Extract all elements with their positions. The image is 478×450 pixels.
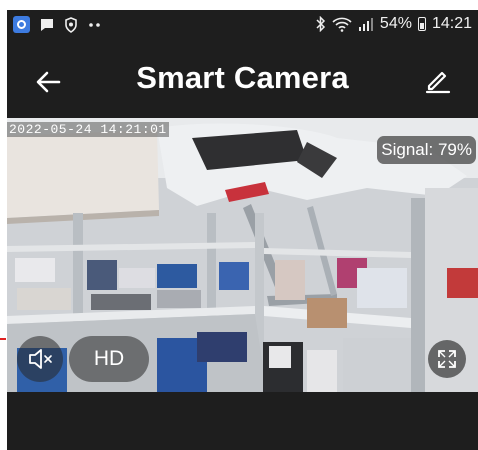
- signal-strength-badge: Signal: 79%: [377, 136, 476, 164]
- bluetooth-icon: [316, 16, 325, 32]
- edge-marker: [0, 338, 6, 340]
- cellular-icon: [358, 18, 373, 31]
- camera-view[interactable]: 2022-05-24 14:21:01 Signal: 79% HD: [7, 118, 478, 392]
- status-right: 54% 14:21: [316, 15, 472, 33]
- app-icon: [13, 16, 30, 33]
- app-bar: Smart Camera: [7, 46, 478, 118]
- quality-hd-button[interactable]: HD: [69, 336, 149, 382]
- status-left: [13, 16, 103, 33]
- battery-percent: 54%: [379, 15, 412, 32]
- fullscreen-icon: [438, 350, 456, 368]
- speaker-muted-icon: [29, 349, 52, 369]
- mute-button[interactable]: [17, 336, 63, 382]
- phone-screen: 54% 14:21 Smart Camera 2022-05-24 14:21:…: [7, 10, 478, 450]
- clock: 14:21: [431, 15, 472, 32]
- chat-icon: [41, 18, 53, 31]
- shield-icon: [65, 16, 77, 33]
- fullscreen-button[interactable]: [428, 340, 466, 378]
- wifi-icon: [332, 17, 352, 32]
- status-bar: 54% 14:21: [7, 10, 478, 40]
- more-icon: [89, 22, 100, 27]
- controls-area: [7, 392, 478, 450]
- battery-icon: [417, 17, 426, 31]
- timestamp-overlay: 2022-05-24 14:21:01: [7, 122, 169, 137]
- pencil-icon[interactable]: [420, 62, 456, 98]
- page-title: Smart Camera: [136, 60, 349, 95]
